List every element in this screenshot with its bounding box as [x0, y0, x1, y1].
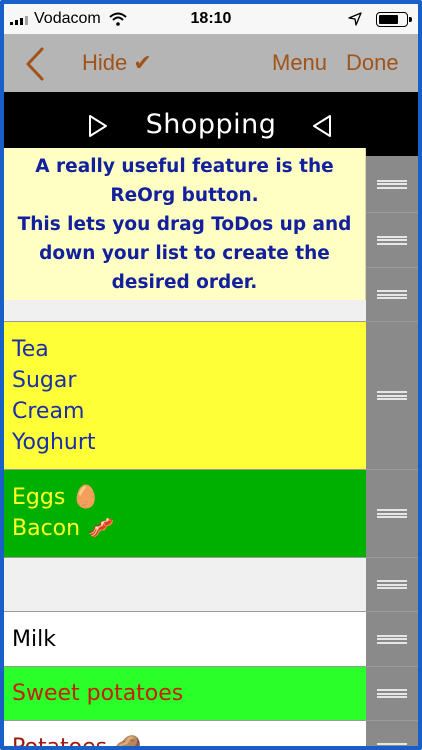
todo-line: Sugar: [12, 368, 77, 393]
todo-text: Tea Sugar Cream Yoghurt: [12, 334, 362, 458]
list-item[interactable]: Sweet potatoes: [4, 667, 418, 721]
location-arrow-icon: [348, 12, 362, 26]
reorder-handle-icon[interactable]: [366, 156, 418, 212]
reorder-handle-icon[interactable]: [366, 322, 418, 469]
list-item[interactable]: [4, 558, 418, 612]
todo-line: Cream: [12, 399, 85, 424]
todo-line: Bacon 🥓: [12, 516, 115, 541]
list-item[interactable]: Eggs 🥚 Bacon 🥓: [4, 470, 418, 558]
list-title: Shopping: [145, 109, 277, 140]
todo-text: Sweet potatoes: [12, 678, 362, 709]
list-item[interactable]: Milk: [4, 612, 418, 667]
done-button[interactable]: Done: [346, 50, 399, 76]
todo-line: Yoghurt: [12, 430, 96, 455]
todo-line: Eggs 🥚: [12, 485, 100, 510]
previous-list-arrow-icon[interactable]: [312, 114, 332, 138]
status-bar: Vodacom 18:10: [4, 4, 418, 34]
todo-text: Potatoes 🥔: [12, 732, 362, 750]
navigation-bar: Hide ✔ Menu Done: [4, 34, 418, 92]
reorder-handle-icon[interactable]: [366, 470, 418, 557]
tip-line: desired order.: [111, 272, 258, 293]
tip-line: This lets you drag ToDos up and: [17, 214, 352, 235]
tip-line: A really useful feature is the: [35, 156, 334, 177]
todo-text: Eggs 🥚 Bacon 🥓: [12, 482, 362, 544]
phone-frame: Vodacom 18:10 Hide ✔ Menu Done Shopping: [0, 0, 422, 750]
hide-button[interactable]: Hide ✔: [82, 50, 152, 76]
reorder-handle-icon[interactable]: [366, 612, 418, 666]
reorder-handle-icon[interactable]: [366, 558, 418, 611]
tip-line: down your list to create the: [39, 243, 330, 264]
tip-line: ReOrg button.: [110, 185, 259, 206]
menu-button[interactable]: Menu: [272, 50, 327, 76]
todo-line: Milk: [12, 627, 56, 652]
todo-line: Sweet potatoes: [12, 681, 184, 706]
tip-popup: A really useful feature is the ReOrg but…: [4, 148, 366, 300]
todo-line: Potatoes 🥔: [12, 735, 142, 750]
reorder-handle-icon[interactable]: [366, 667, 418, 720]
list-title-bar: Shopping: [4, 92, 418, 156]
back-chevron-icon[interactable]: [22, 46, 52, 82]
reorder-handle-icon[interactable]: [366, 268, 418, 321]
todo-line: Tea: [12, 337, 49, 362]
list-item[interactable]: Potatoes 🥔: [4, 721, 418, 750]
list-item[interactable]: Tea Sugar Cream Yoghurt: [4, 322, 418, 470]
reorder-handle-icon[interactable]: [366, 721, 418, 746]
reorder-handle-icon[interactable]: [366, 213, 418, 267]
todo-text: Milk: [12, 624, 362, 655]
battery-fill: [379, 15, 398, 24]
battery-icon: [376, 12, 412, 27]
